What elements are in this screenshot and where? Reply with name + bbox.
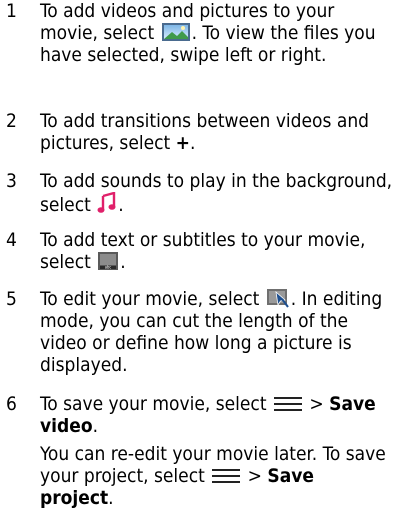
step-text-end: . bbox=[120, 251, 126, 273]
step-number: 3 bbox=[6, 170, 17, 192]
step-6: 6 To save your movie, select > Save vide… bbox=[0, 393, 393, 437]
note-text-end: . bbox=[108, 487, 114, 509]
note-text-mid: > bbox=[242, 465, 268, 487]
step-number: 6 bbox=[6, 393, 17, 415]
step-text-end: . bbox=[189, 132, 196, 154]
step-text-end: . bbox=[92, 415, 99, 437]
plus-label: + bbox=[175, 132, 190, 154]
step-3: 3 To add sounds to play in the backgroun… bbox=[0, 170, 393, 216]
step-text: To add transitions between videos and pi… bbox=[40, 110, 370, 154]
step-2: 2 To add transitions between videos and … bbox=[0, 110, 393, 154]
step-4: 4 To add text or subtitles to your movie… bbox=[0, 229, 393, 273]
step-5: 5 To edit your movie, select . In editin… bbox=[0, 288, 393, 376]
step-text: To save your movie, select bbox=[40, 393, 272, 415]
step-text: To edit your movie, select bbox=[40, 288, 265, 310]
note-paragraph: You can re-edit your movie later. To sav… bbox=[0, 443, 393, 509]
step-text: To add sounds to play in the background,… bbox=[40, 170, 393, 216]
gallery-icon bbox=[161, 22, 191, 42]
menu-icon bbox=[273, 395, 303, 413]
svg-text:abc: abc bbox=[105, 265, 111, 270]
step-1: 1 To add videos and pictures to your mov… bbox=[0, 0, 393, 66]
edit-clip-icon bbox=[266, 288, 290, 308]
step-text-mid: > bbox=[303, 393, 330, 415]
step-text-end: . bbox=[118, 194, 124, 216]
text-abc-icon: abc bbox=[97, 251, 119, 271]
music-note-icon bbox=[97, 192, 117, 214]
step-number: 2 bbox=[6, 110, 17, 132]
step-number: 4 bbox=[6, 229, 17, 251]
step-text: To add text or subtitles to your movie, … bbox=[40, 229, 366, 273]
step-number: 5 bbox=[6, 288, 17, 310]
step-number: 1 bbox=[6, 0, 17, 22]
menu-icon bbox=[211, 467, 241, 485]
